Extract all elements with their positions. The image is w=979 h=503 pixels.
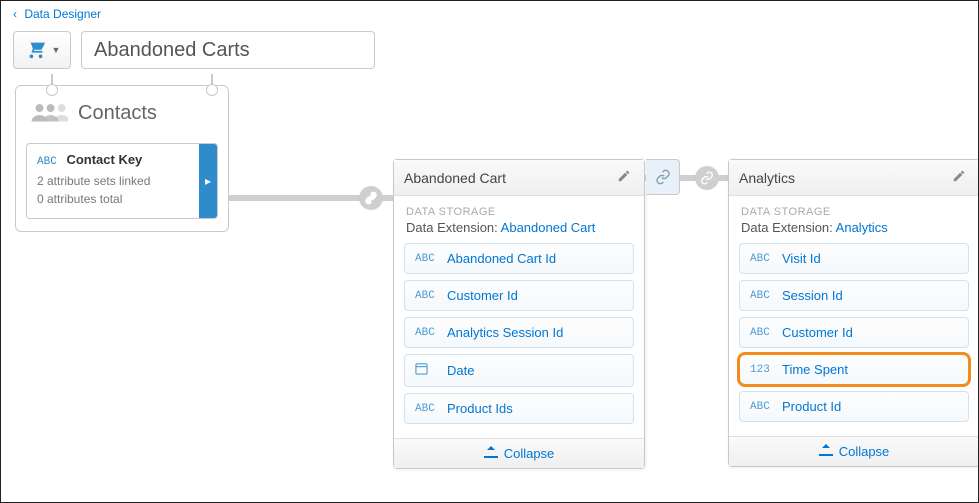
attribute-item[interactable]: ABC Customer Id xyxy=(404,280,634,311)
breadcrumb: ‹ Data Designer xyxy=(1,1,978,27)
attribute-label: Analytics Session Id xyxy=(447,325,563,340)
data-extension-row: Data Extension: Analytics xyxy=(729,220,979,243)
panel-anchor-icon xyxy=(206,74,218,88)
group-title: Analytics xyxy=(739,170,949,186)
type-badge-abc: ABC xyxy=(750,290,774,302)
type-badge-abc: ABC xyxy=(415,253,439,265)
connector-link-node[interactable] xyxy=(359,186,383,210)
contacts-panel: Contacts ABC Contact Key 2 attribute set… xyxy=(15,85,229,232)
type-badge-abc: ABC xyxy=(415,403,439,415)
attribute-list: ABC Abandoned Cart Id ABC Customer Id ABC Ana… xyxy=(394,243,644,438)
attribute-label: Visit Id xyxy=(782,251,821,266)
contact-key-label: Contact Key xyxy=(66,152,142,167)
group-title: Abandoned Cart xyxy=(404,170,614,186)
attribute-label: Date xyxy=(447,363,474,378)
link-button[interactable] xyxy=(646,159,680,195)
attribute-item[interactable]: ABC Visit Id xyxy=(739,243,969,274)
collapse-button[interactable]: Collapse xyxy=(394,438,644,468)
data-extension-row: Data Extension: Abandoned Cart xyxy=(394,220,644,243)
type-badge-abc: ABC xyxy=(37,156,57,168)
title-text: Abandoned Carts xyxy=(94,39,250,62)
attribute-label: Session Id xyxy=(782,288,843,303)
attribute-item[interactable]: ABC Session Id xyxy=(739,280,969,311)
designer-canvas: Contacts ABC Contact Key 2 attribute set… xyxy=(1,83,978,503)
attribute-item[interactable]: ABC Customer Id xyxy=(739,317,969,348)
section-label: DATA STORAGE xyxy=(394,196,644,220)
attribute-label: Time Spent xyxy=(782,362,848,377)
cart-icon xyxy=(24,38,48,63)
title-input[interactable]: Abandoned Carts xyxy=(81,31,375,69)
dropdown-caret-icon: ▼ xyxy=(52,45,61,55)
type-badge-abc: ABC xyxy=(750,327,774,339)
type-badge-date xyxy=(415,362,439,379)
attribute-label: Customer Id xyxy=(782,325,853,340)
attribute-item[interactable]: 123 Time Spent xyxy=(739,354,969,385)
data-extension-link[interactable]: Abandoned Cart xyxy=(501,220,596,235)
section-label: DATA STORAGE xyxy=(729,196,979,220)
type-badge-abc: ABC xyxy=(415,290,439,302)
attribute-group-card: Analytics DATA STORAGE Data Extension: A… xyxy=(728,159,979,467)
attribute-label: Product Ids xyxy=(447,401,513,416)
edit-button[interactable] xyxy=(614,169,634,186)
breadcrumb-back-caret[interactable]: ‹ xyxy=(13,7,17,21)
collapse-icon xyxy=(484,446,498,461)
attribute-item[interactable]: ABC Product Ids xyxy=(404,393,634,424)
contact-key-card[interactable]: ABC Contact Key 2 attribute sets linked … xyxy=(26,143,218,219)
chevron-right-icon: ▸ xyxy=(205,174,211,188)
data-extension-link[interactable]: Analytics xyxy=(836,220,888,235)
attribute-label: Product Id xyxy=(782,399,841,414)
attribute-item[interactable]: ABC Product Id xyxy=(739,391,969,422)
attribute-group-card: Abandoned Cart DATA STORAGE Data Extensi… xyxy=(393,159,645,469)
collapse-label: Collapse xyxy=(839,444,890,459)
contact-key-attrs-total: 0 attributes total xyxy=(37,190,189,208)
attribute-label: Customer Id xyxy=(447,288,518,303)
connector-link-node[interactable] xyxy=(695,166,719,190)
type-badge-abc: ABC xyxy=(415,327,439,339)
type-badge-number: 123 xyxy=(750,364,774,376)
attribute-list: ABC Visit Id ABC Session Id ABC Customer Id 12… xyxy=(729,243,979,436)
attribute-item[interactable]: ABC Analytics Session Id xyxy=(404,317,634,348)
data-extension-prefix: Data Extension: xyxy=(406,220,501,235)
people-icon xyxy=(30,100,68,127)
expand-handle[interactable]: ▸ xyxy=(199,144,217,218)
collapse-label: Collapse xyxy=(504,446,555,461)
attribute-item[interactable]: Date xyxy=(404,354,634,387)
contact-key-sets-linked: 2 attribute sets linked xyxy=(37,172,189,190)
breadcrumb-link[interactable]: Data Designer xyxy=(24,7,101,21)
panel-anchor-icon xyxy=(46,74,58,88)
cart-menu-button[interactable]: ▼ xyxy=(13,31,71,69)
edit-button[interactable] xyxy=(949,169,969,186)
attribute-item[interactable]: ABC Abandoned Cart Id xyxy=(404,243,634,274)
data-extension-prefix: Data Extension: xyxy=(741,220,836,235)
contacts-title: Contacts xyxy=(78,102,157,125)
top-bar: ▼ Abandoned Carts xyxy=(1,27,978,83)
type-badge-abc: ABC xyxy=(750,401,774,413)
attribute-label: Abandoned Cart Id xyxy=(447,251,556,266)
collapse-button[interactable]: Collapse xyxy=(729,436,979,466)
collapse-icon xyxy=(819,444,833,459)
type-badge-abc: ABC xyxy=(750,253,774,265)
